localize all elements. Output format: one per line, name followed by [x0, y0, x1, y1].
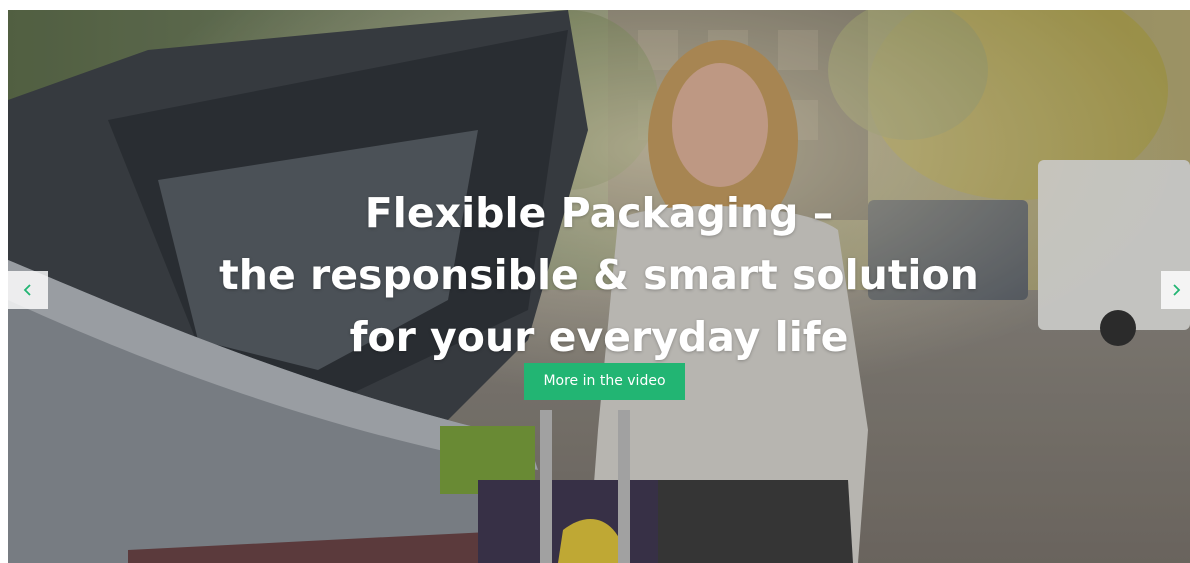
hero-slider: Flexible Packaging – the responsible & s…	[8, 10, 1190, 563]
chevron-right-icon	[1172, 284, 1180, 296]
chevron-left-icon	[23, 284, 31, 296]
more-in-video-button[interactable]: More in the video	[524, 363, 685, 400]
headline-line-1: Flexible Packaging –	[364, 189, 834, 237]
slider-next-button[interactable]	[1161, 271, 1190, 309]
headline-line-3: for your everyday life	[349, 313, 849, 361]
headline-line-2: the responsible & smart solution	[219, 251, 979, 299]
slider-prev-button[interactable]	[8, 271, 48, 309]
hero-headline: Flexible Packaging – the responsible & s…	[8, 182, 1190, 368]
